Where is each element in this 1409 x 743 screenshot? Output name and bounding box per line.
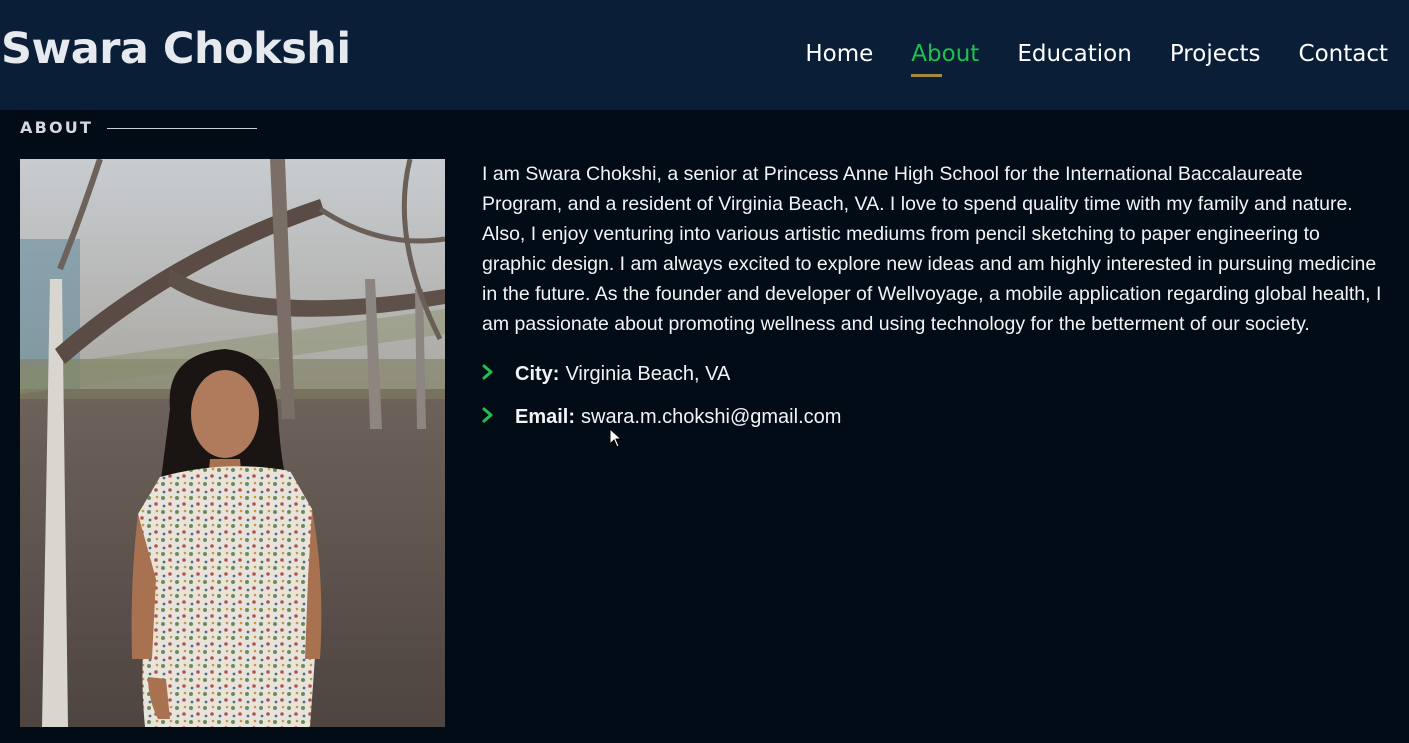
nav-contact[interactable]: Contact	[1299, 38, 1388, 70]
active-nav-underline	[911, 74, 943, 77]
about-content: I am Swara Chokshi, a senior at Princess…	[482, 159, 1382, 444]
chevron-right-icon	[482, 406, 515, 429]
info-item-city: City: Virginia Beach, VA	[482, 358, 1382, 390]
info-value-email[interactable]: swara.m.chokshi@gmail.com	[581, 406, 841, 429]
nav-about-label: About	[911, 41, 980, 67]
nav-home[interactable]: Home	[805, 38, 873, 70]
site-header: Swara Chokshi Home About Education Proje…	[0, 0, 1409, 110]
nav-education[interactable]: Education	[1017, 38, 1132, 70]
chevron-right-icon	[482, 363, 515, 386]
mouse-cursor-icon	[609, 427, 623, 453]
profile-photo-illustration	[20, 159, 445, 727]
section-label: ABOUT	[20, 118, 94, 137]
section-heading-line	[107, 127, 258, 129]
site-title[interactable]: Swara Chokshi	[1, 21, 351, 77]
info-value-city: Virginia Beach, VA	[565, 362, 731, 385]
section-heading: ABOUT	[20, 117, 258, 139]
info-key-email: Email:	[515, 405, 576, 428]
nav-projects[interactable]: Projects	[1170, 38, 1261, 70]
profile-photo	[20, 159, 445, 727]
bio-paragraph: I am Swara Chokshi, a senior at Princess…	[482, 163, 1382, 335]
info-key-city: City:	[515, 362, 560, 385]
main-nav: Home About Education Projects Contact	[805, 38, 1388, 77]
nav-about[interactable]: About	[911, 38, 980, 77]
info-list: City: Virginia Beach, VA Email: swara.m.…	[482, 358, 1382, 433]
